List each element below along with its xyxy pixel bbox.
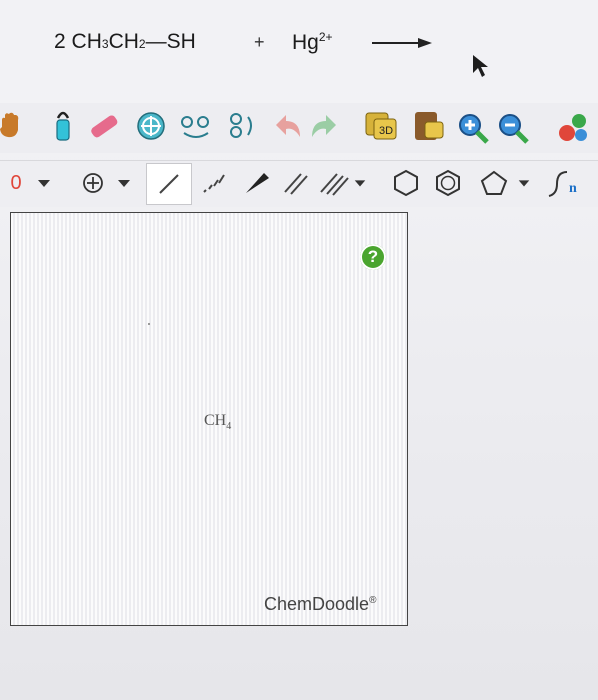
svg-text:n: n	[569, 181, 577, 196]
help-button[interactable]: ?	[360, 244, 386, 270]
wedge-bond-icon	[246, 173, 269, 193]
chain-tool[interactable]: n	[544, 165, 584, 203]
caret-down-icon	[118, 180, 130, 187]
benzene-ring-icon	[436, 169, 460, 197]
eraser-tool-icon[interactable]	[86, 111, 122, 141]
triple-bond-icon	[320, 173, 349, 196]
center-tool-icon[interactable]	[134, 109, 168, 143]
chemdoodle-logo: ChemDoodle®	[264, 594, 377, 614]
methane-label[interactable]: CH4	[204, 412, 231, 432]
caret-down-icon	[354, 180, 366, 187]
drawing-toolbar: 0 n	[0, 160, 598, 207]
ring-dropdown[interactable]	[472, 165, 538, 201]
mouse-cursor-icon	[473, 55, 488, 77]
reaction-header: 2 CH 3 CH 2— SH + Hg2+	[0, 0, 598, 92]
main-toolbar: 3D	[0, 103, 598, 153]
zoom-in-icon[interactable]	[456, 111, 490, 145]
paste-3d-icon[interactable]	[410, 109, 448, 143]
caret-down-icon	[37, 180, 50, 187]
flip-vertical-icon[interactable]	[218, 111, 256, 141]
double-bond-tool[interactable]	[278, 165, 314, 201]
zoom-out-icon[interactable]	[496, 111, 530, 145]
hashed-bond-tool[interactable]	[196, 165, 234, 201]
lasso-tool-icon[interactable]	[48, 107, 78, 145]
coefficient: 2	[54, 30, 66, 53]
caret-down-icon	[518, 180, 530, 187]
plus-sign: +	[254, 32, 265, 52]
benzene-tool[interactable]	[430, 165, 466, 201]
hexagon-icon	[394, 169, 418, 197]
redo-icon[interactable]	[308, 111, 342, 141]
undo-icon[interactable]	[270, 111, 304, 141]
pentagon-icon	[480, 170, 508, 195]
single-bond-tool[interactable]	[146, 163, 192, 205]
reactant-thiol: 2 CH 3 CH 2— SH	[54, 30, 196, 53]
triple-bond-dropdown[interactable]	[316, 165, 370, 201]
single-bond-icon	[159, 174, 179, 194]
reactant-mercury: Hg2+	[292, 30, 333, 54]
clean-structure-icon[interactable]	[554, 109, 592, 145]
plus-circle-icon	[83, 173, 103, 193]
svg-text:3D: 3D	[379, 125, 393, 137]
flip-horizontal-icon[interactable]	[176, 111, 216, 141]
wedge-bond-tool[interactable]	[238, 165, 276, 201]
lone-pair-dropdown[interactable]	[78, 165, 136, 201]
hashed-bond-icon	[203, 174, 225, 193]
charge-value: 0	[10, 171, 22, 194]
cyclohexane-tool[interactable]	[388, 165, 424, 201]
reaction-arrow-icon	[372, 38, 432, 48]
double-bond-icon	[284, 173, 308, 195]
copy-3d-icon[interactable]: 3D	[362, 109, 400, 143]
chain-n-icon: n	[548, 171, 577, 197]
canvas-speck	[148, 323, 150, 325]
hand-tool-icon[interactable]	[0, 109, 26, 143]
charge-dropdown[interactable]: 0	[4, 165, 58, 201]
